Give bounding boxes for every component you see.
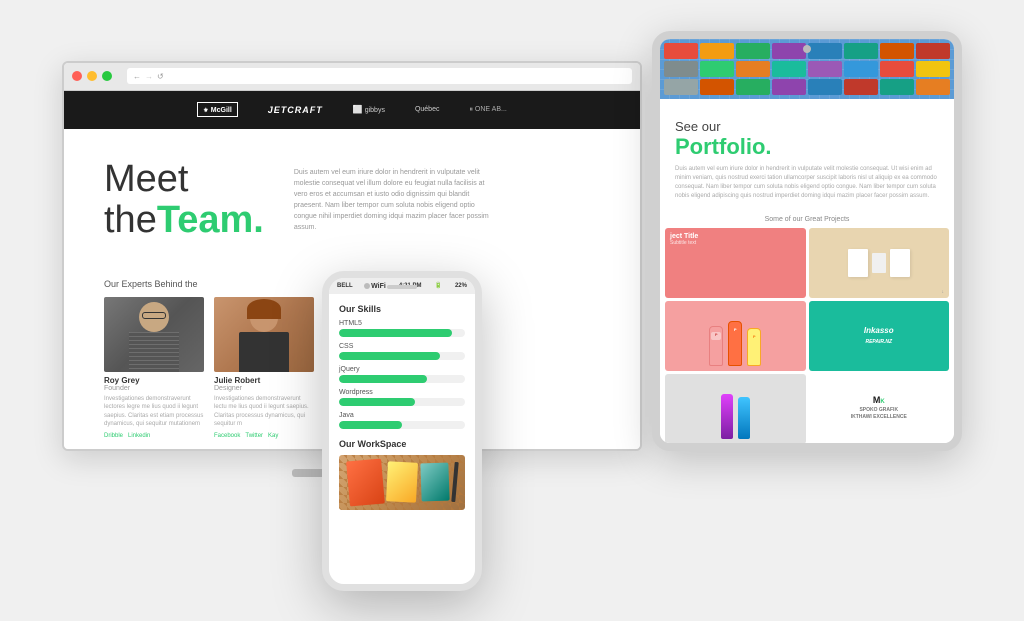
tablet-hero: See our Portfolio. Duis autem vel eum ir… <box>660 99 954 211</box>
dot-green[interactable] <box>102 71 112 81</box>
hero-section: Meet theTeam. Duis autem vel eum iriure … <box>64 129 640 279</box>
skill-label-html5: HTML5 <box>339 320 465 327</box>
scene: ← → ↺ ⚜ McGill JETCRAFT ⬜ gibbys Québec … <box>62 31 962 591</box>
portfolio-logo-6: MK SPOKO GRAFIKIKTHAWI EXCELLENCE <box>809 374 950 443</box>
member-name-1: Roy Grey <box>104 376 204 385</box>
workspace-image <box>339 455 465 510</box>
stationery-decoration <box>809 228 950 298</box>
skill-bar-fill-wordpress <box>339 398 415 406</box>
water-bottles <box>665 374 806 443</box>
skill-label-css: CSS <box>339 343 465 350</box>
member-card-1: Roy Grey Founder Investigationes demonst… <box>104 297 204 439</box>
address-bar: ← → ↺ <box>127 68 632 84</box>
desktop-titlebar: ← → ↺ <box>64 63 640 91</box>
hero-the: the <box>104 199 157 241</box>
portfolio-arrow-2: ↓ <box>942 289 945 295</box>
tablet-see-our: See our <box>675 119 939 134</box>
portfolio-item-1[interactable]: ject Title Subtitle text <box>665 228 806 298</box>
tablet-mockup: See our Portfolio. Duis autem vel eum ir… <box>652 31 962 451</box>
member-links-1: Dribble Linkedin <box>104 433 204 439</box>
arrow-back[interactable]: ← <box>133 72 141 81</box>
stationery-2 <box>872 253 886 273</box>
tablet-frame: See our Portfolio. Duis autem vel eum ir… <box>652 31 962 451</box>
quebec-logo: Québec <box>415 106 440 113</box>
tablet-content: See our Portfolio. Duis autem vel eum ir… <box>660 39 954 443</box>
tablet-portfolio-label: Some of our Great Projects <box>660 216 954 223</box>
skill-label-java: Java <box>339 412 465 419</box>
skill-html5: HTML5 <box>339 320 465 337</box>
arrow-forward[interactable]: → <box>145 72 153 81</box>
portfolio-item-3[interactable]: P P P <box>665 301 806 371</box>
portfolio-item-5[interactable] <box>665 374 806 443</box>
skill-jquery: jQuery <box>339 366 465 383</box>
member-links-2: Facebook Twitter Kay <box>214 433 314 439</box>
skill-java: Java <box>339 412 465 429</box>
member-role-2: Designer <box>214 385 314 392</box>
jetcraft-logo: JETCRAFT <box>268 105 323 115</box>
phone-battery-icon: 🔋 <box>434 282 441 289</box>
skill-wordpress: Wordpress <box>339 389 465 406</box>
phone-camera <box>364 283 370 289</box>
phone-battery-pct: 22% <box>455 283 467 289</box>
dot-yellow[interactable] <box>87 71 97 81</box>
gibbys-logo: ⬜ gibbys <box>353 105 385 114</box>
workspace-title: Our WorkSpace <box>339 439 465 449</box>
skill-bar-fill-jquery <box>339 375 427 383</box>
tablet-camera <box>803 45 811 53</box>
phone-frame: BELL ▸ WiFi 4:21 PM 🔋 22% Our Skills HTM… <box>322 271 482 591</box>
skill-bar-fill-css <box>339 352 440 360</box>
stationery-1 <box>848 249 868 277</box>
dot-red[interactable] <box>72 71 82 81</box>
phone-carrier: BELL <box>337 283 353 289</box>
portfolio-title-1: ject Title <box>670 233 801 240</box>
mcgill-logo: ⚜ McGill <box>197 102 238 117</box>
member-role-1: Founder <box>104 385 204 392</box>
member-card-2: Julie Robert Designer Investigationes de… <box>214 297 314 439</box>
stationery-3 <box>890 249 910 277</box>
skill-css: CSS <box>339 343 465 360</box>
portfolio-item-6[interactable]: MK SPOKO GRAFIKIKTHAWI EXCELLENCE <box>809 374 950 443</box>
skill-bar-bg-css <box>339 352 465 360</box>
desktop-nav: ⚜ McGill JETCRAFT ⬜ gibbys Québec ⏸ ONE … <box>64 91 640 129</box>
skill-bar-bg-jquery <box>339 375 465 383</box>
member-link-linkedin[interactable]: Linkedin <box>128 433 150 439</box>
member-link-facebook[interactable]: Facebook <box>214 433 240 439</box>
skill-bar-fill-java <box>339 421 402 429</box>
skills-title: Our Skills <box>339 304 465 314</box>
phone-mockup: BELL ▸ WiFi 4:21 PM 🔋 22% Our Skills HTM… <box>322 271 482 591</box>
portfolio-item-4[interactable]: InkassoREPAIR.NZ <box>809 301 950 371</box>
tablet-hero-text: Duis autem vel eum iriure dolor in hendr… <box>675 165 939 201</box>
skill-bar-bg-html5 <box>339 329 465 337</box>
member-desc-1: Investigationes demonstraverunt lectores… <box>104 395 204 429</box>
skill-label-wordpress: Wordpress <box>339 389 465 396</box>
hero-meet: Meet <box>104 158 188 200</box>
portfolio-grid: ject Title Subtitle text ↓ <box>660 228 954 443</box>
member-link-kay[interactable]: Kay <box>268 433 278 439</box>
member-link-twitter[interactable]: Twitter <box>245 433 263 439</box>
hero-body-text: Duis autem vel eum iriure dolor in hendr… <box>294 167 494 234</box>
refresh-icon[interactable]: ↺ <box>157 72 164 81</box>
member-link-dribble[interactable]: Dribble <box>104 433 123 439</box>
skill-bar-bg-java <box>339 421 465 429</box>
member-name-2: Julie Robert <box>214 376 314 385</box>
member-photo-2 <box>214 297 314 372</box>
phone-speaker <box>387 285 417 289</box>
portfolio-item-2[interactable]: ↓ <box>809 228 950 298</box>
portfolio-subtitle-1: Subtitle text <box>670 240 801 246</box>
member-desc-2: Investigationes demonstraverunt lectu me… <box>214 395 314 429</box>
member-photo-1 <box>104 297 204 372</box>
skill-bar-fill-html5 <box>339 329 452 337</box>
oneab-logo: ⏸ ONE AB... <box>469 106 506 114</box>
hero-title: Meet theTeam. <box>104 159 264 243</box>
skill-label-jquery: jQuery <box>339 366 465 373</box>
bottles-decoration: P P P <box>665 301 806 371</box>
hero-accent: Team. <box>157 199 264 241</box>
phone-content: Our Skills HTML5 CSS jQuery <box>329 294 475 584</box>
portfolio-text-4: InkassoREPAIR.NZ <box>864 326 894 345</box>
skill-bar-bg-wordpress <box>339 398 465 406</box>
tablet-portfolio-title: Portfolio. <box>675 134 939 160</box>
